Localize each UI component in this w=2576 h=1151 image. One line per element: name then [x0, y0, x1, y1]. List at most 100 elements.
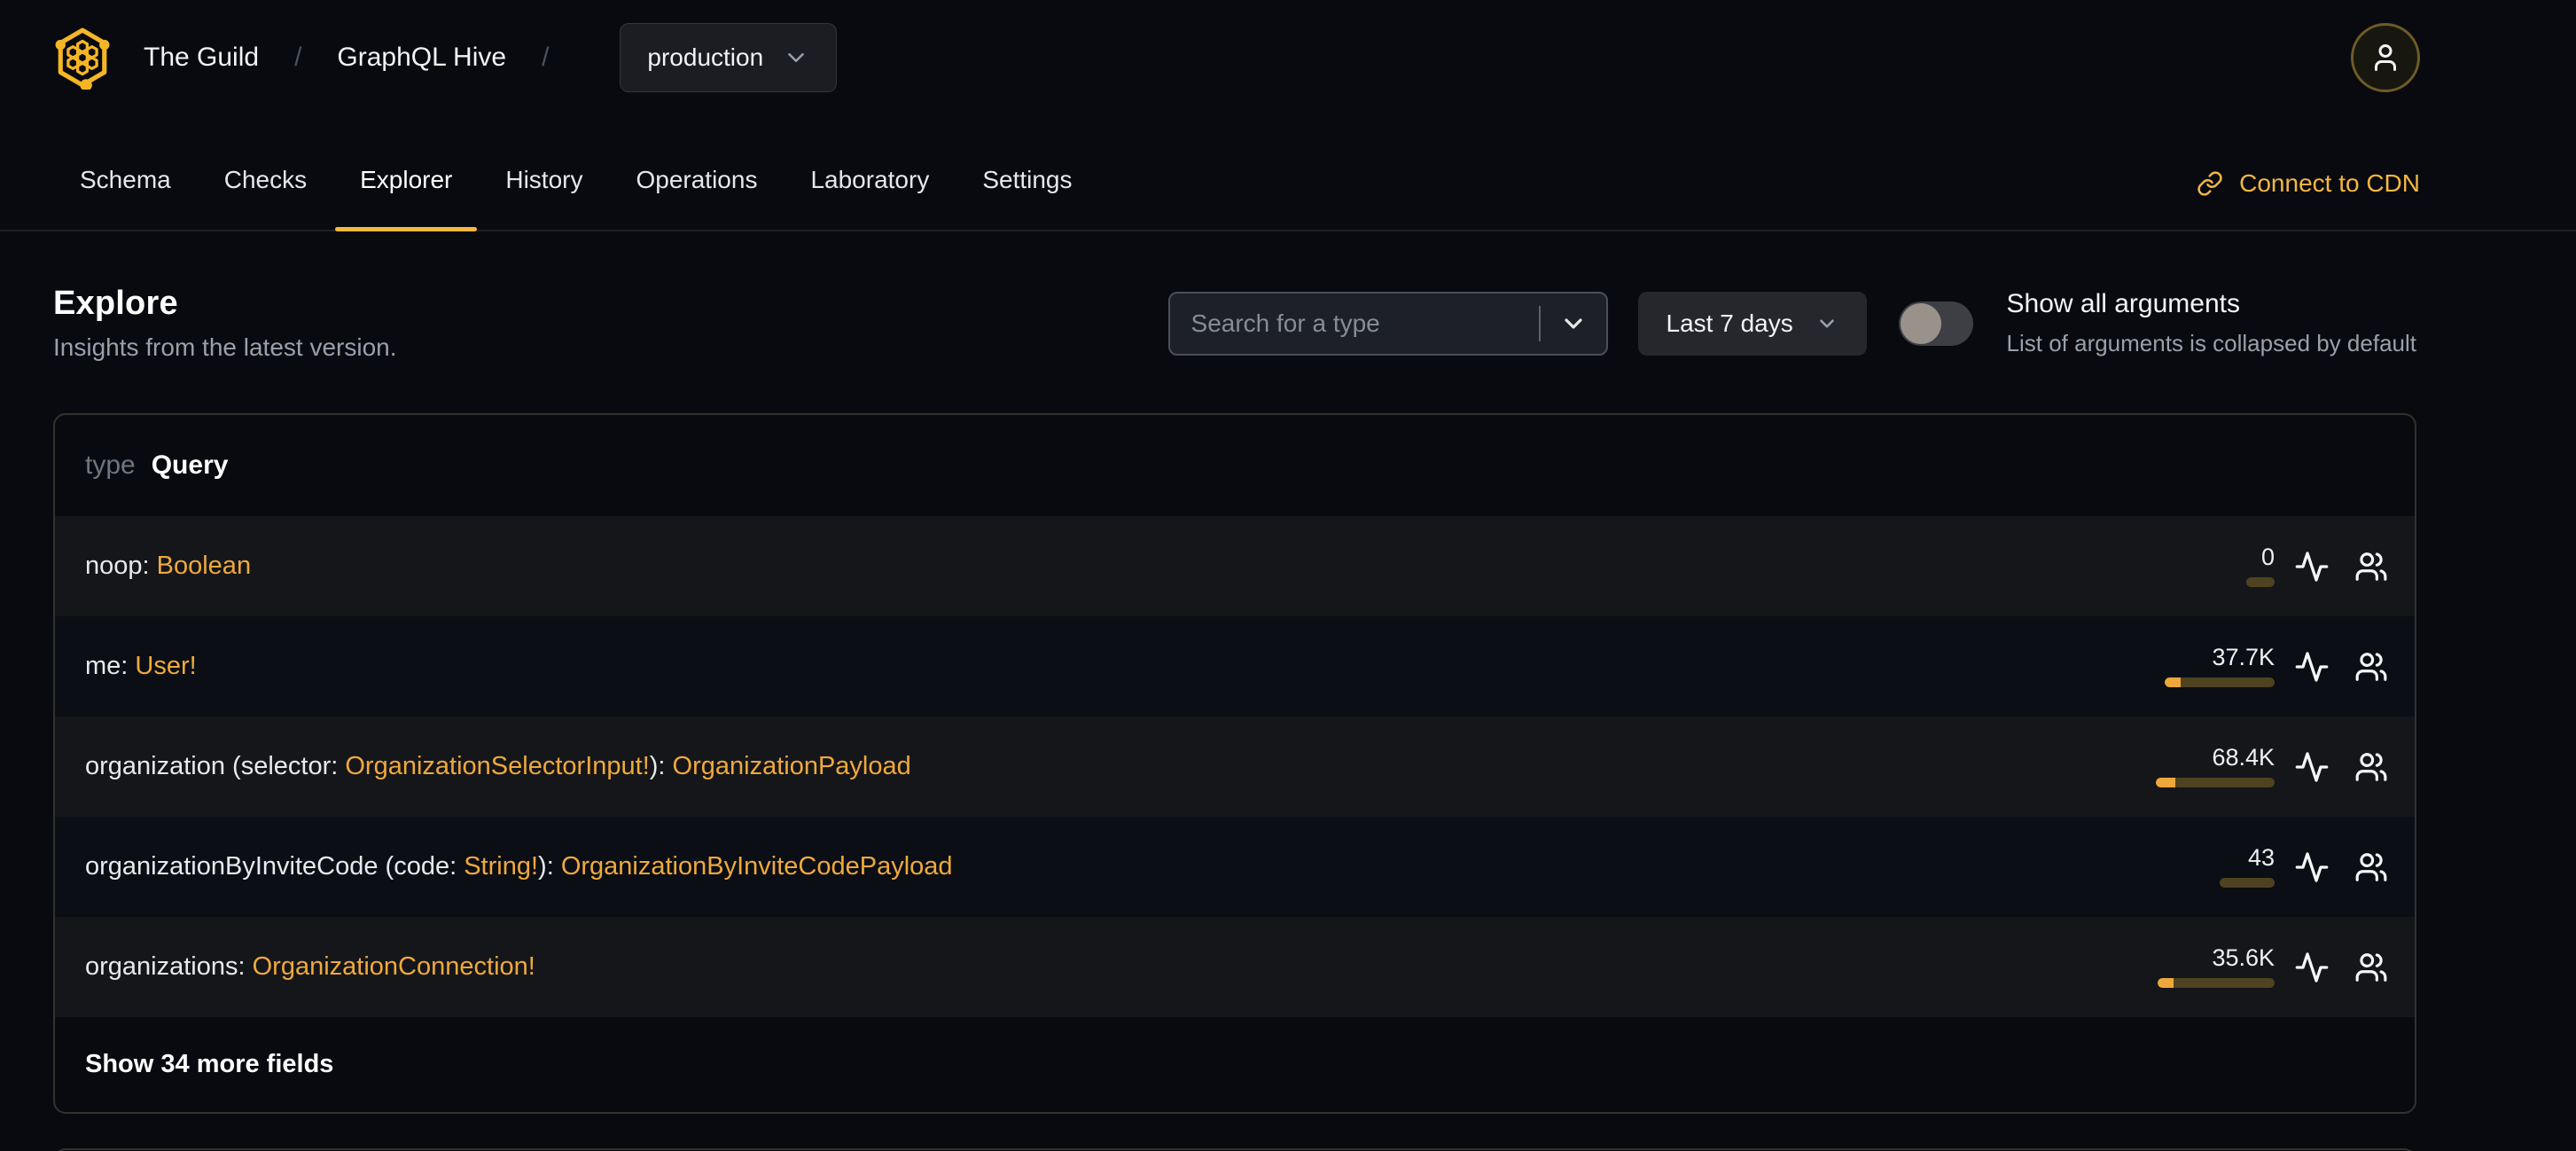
field-usage-stats: 37.7K — [2124, 646, 2275, 687]
usage-bar — [2156, 778, 2275, 787]
toggle-knob — [1900, 302, 1941, 344]
type-link[interactable]: OrganizationByInviteCodePayload — [561, 852, 953, 881]
type-name: Query — [151, 450, 229, 480]
chevron-down-icon — [788, 53, 804, 62]
usage-bar — [2158, 978, 2275, 988]
user-icon — [2375, 44, 2396, 71]
users-icon[interactable] — [2354, 850, 2388, 884]
usage-count: 35.6K — [2212, 944, 2275, 971]
search-dropdown-toggle[interactable] — [1541, 294, 1606, 354]
target-selector-dropdown[interactable]: production — [620, 23, 838, 92]
page-title-block: Explore Insights from the latest version… — [53, 285, 397, 362]
users-icon[interactable] — [2354, 550, 2388, 583]
breadcrumb-separator: / — [294, 43, 302, 72]
usage-bar-highlight — [2156, 778, 2175, 787]
usage-bar-highlight — [2165, 677, 2181, 687]
usage-bar — [2220, 878, 2275, 888]
breadcrumb-org[interactable]: The Guild — [144, 43, 259, 73]
field-row: organization (selector: OrganizationSele… — [55, 716, 2415, 817]
tab-explorer[interactable]: Explorer — [333, 166, 479, 231]
field-rows: noop: Boolean 0 me: User! 37.7K organization… — [55, 516, 2415, 1017]
type-link[interactable]: OrganizationSelectorInput! — [345, 752, 649, 780]
field-text: noop: — [85, 552, 157, 580]
type-search-combobox — [1167, 291, 1608, 356]
type-card-header: type Query — [55, 415, 2415, 516]
type-link[interactable]: String! — [464, 852, 538, 881]
tab-history[interactable]: History — [479, 166, 609, 230]
field-usage-stats: 43 — [2124, 846, 2275, 888]
target-selector-value: production — [647, 43, 764, 71]
field-row: organizations: OrganizationConnection! 35… — [55, 917, 2415, 1017]
breadcrumb-separator: / — [542, 43, 550, 72]
tab-laboratory[interactable]: Laboratory — [784, 166, 956, 230]
type-link[interactable]: User! — [135, 652, 196, 680]
activity-icon[interactable] — [2294, 850, 2330, 885]
user-avatar-button[interactable] — [2351, 23, 2420, 92]
page-head: Explore Insights from the latest version… — [53, 285, 2416, 362]
field-row: me: User! 37.7K — [55, 616, 2415, 716]
usage-count: 37.7K — [2212, 644, 2275, 670]
usage-count: 68.4K — [2212, 744, 2275, 771]
users-icon[interactable] — [2354, 750, 2388, 784]
page-subtitle: Insights from the latest version. — [53, 333, 397, 361]
top-bar: The Guild / GraphQL Hive / production — [0, 0, 2576, 115]
field-text: ): — [538, 852, 561, 881]
toggle-description: List of arguments is collapsed by defaul… — [2006, 330, 2416, 356]
field-signature: organizationByInviteCode (code: String!)… — [85, 852, 2124, 881]
search-input[interactable] — [1169, 293, 1539, 354]
breadcrumb-project[interactable]: GraphQL Hive — [337, 43, 506, 73]
nav-bar: Schema Checks Explorer History Operations Lab… — [0, 115, 2576, 231]
usage-bar — [2246, 577, 2275, 587]
usage-bar — [2165, 677, 2275, 687]
type-card-query: type Query noop: Boolean 0 me: User! 37.7K o… — [53, 413, 2416, 1114]
field-signature: organizations: OrganizationConnection! — [85, 952, 2124, 982]
usage-count: 0 — [2260, 544, 2275, 570]
field-signature: noop: Boolean — [85, 552, 2124, 581]
field-text: organization (selector: — [85, 752, 346, 780]
activity-icon[interactable] — [2294, 649, 2330, 685]
tab-operations[interactable]: Operations — [609, 166, 784, 230]
chevron-down-icon — [1819, 318, 1834, 328]
period-dropdown[interactable]: Last 7 days — [1637, 291, 1867, 356]
chevron-down-icon — [1564, 317, 1582, 329]
activity-icon[interactable] — [2294, 950, 2330, 985]
field-signature: organization (selector: OrganizationSele… — [85, 752, 2124, 781]
show-all-arguments-toggle[interactable] — [1898, 301, 1973, 346]
usage-count: 43 — [2247, 844, 2275, 871]
connect-to-cdn-label: Connect to CDN — [2239, 169, 2420, 197]
hive-logo[interactable] — [53, 26, 112, 90]
field-usage-stats: 0 — [2124, 545, 2275, 587]
nav-tabs: Schema Checks Explorer History Operations Lab… — [53, 115, 1099, 231]
field-text: organizations: — [85, 952, 253, 981]
tab-schema[interactable]: Schema — [53, 166, 198, 230]
field-text: ): — [649, 752, 673, 780]
toggle-label: Show all arguments — [2006, 289, 2240, 318]
tab-checks[interactable]: Checks — [198, 166, 333, 230]
tab-settings[interactable]: Settings — [956, 166, 1098, 230]
type-kind-label: type — [85, 450, 136, 480]
users-icon[interactable] — [2354, 951, 2388, 984]
field-usage-stats: 68.4K — [2124, 746, 2275, 787]
usage-bar-highlight — [2158, 978, 2174, 988]
link-icon — [2197, 171, 2222, 196]
period-value: Last 7 days — [1666, 309, 1793, 337]
type-link[interactable]: OrganizationConnection! — [253, 952, 535, 981]
field-text: me: — [85, 652, 136, 680]
field-row: noop: Boolean 0 — [55, 516, 2415, 616]
connect-to-cdn-link[interactable]: Connect to CDN — [2197, 169, 2420, 230]
type-link[interactable]: Boolean — [157, 552, 251, 580]
main-content: Explore Insights from the latest version… — [0, 285, 2576, 1151]
field-signature: me: User! — [85, 652, 2124, 681]
activity-icon[interactable] — [2294, 749, 2330, 785]
type-link[interactable]: OrganizationPayload — [673, 752, 911, 780]
field-text: organizationByInviteCode (code: — [85, 852, 464, 881]
filters-bar: Last 7 days Show all arguments List of a… — [1167, 289, 2416, 357]
toggle-labels: Show all arguments List of arguments is … — [2007, 289, 2416, 357]
field-usage-stats: 35.6K — [2124, 946, 2275, 988]
users-icon[interactable] — [2354, 650, 2388, 684]
page-title: Explore — [53, 285, 178, 322]
field-row: organizationByInviteCode (code: String!)… — [55, 817, 2415, 917]
show-more-fields-button[interactable]: Show 34 more fields — [55, 1017, 2415, 1112]
activity-icon[interactable] — [2294, 549, 2330, 584]
breadcrumb: The Guild / GraphQL Hive / — [144, 43, 584, 73]
